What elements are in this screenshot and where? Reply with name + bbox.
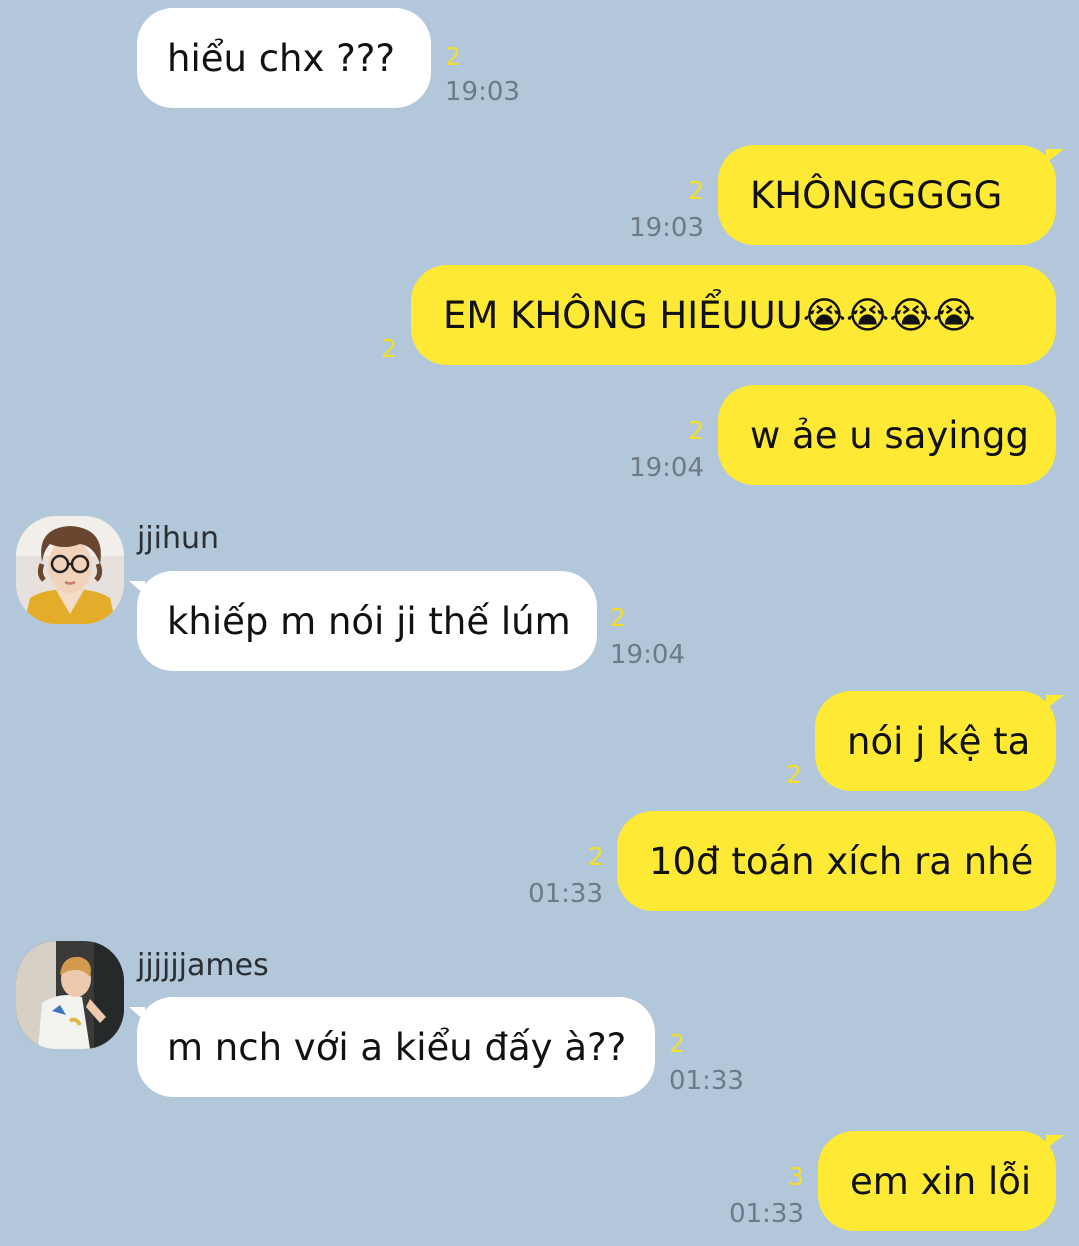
message-bubble-outgoing[interactable]: w ảe u sayingg <box>718 385 1056 485</box>
message-bubble-outgoing[interactable]: nói j kệ ta <box>815 691 1064 791</box>
unread-count: 2 <box>786 760 802 789</box>
unread-count: 2 <box>588 842 604 871</box>
message-time: 19:03 <box>445 77 520 107</box>
message-bubble-outgoing[interactable]: EM KHÔNG HIỂUUU😭😭😭😭 <box>411 265 1056 365</box>
sender-name: jjjjjjames <box>137 948 269 983</box>
unread-count: 2 <box>381 334 397 363</box>
avatar-photo <box>16 941 124 1049</box>
unread-count: 2 <box>669 1029 685 1058</box>
message-time: 19:03 <box>629 213 704 243</box>
message-bubble-outgoing[interactable]: KHÔNGGGGG <box>718 145 1064 245</box>
message-bubble-incoming[interactable]: m nch với a kiểu đấy à?? <box>129 997 655 1097</box>
message-time: 19:04 <box>629 453 704 483</box>
message-bubble-incoming[interactable]: hiểu chx ??? <box>137 8 431 108</box>
unread-count: 2 <box>688 416 704 445</box>
message-text: KHÔNGGGGG <box>750 173 1003 217</box>
avatar-jjihun[interactable] <box>16 516 124 624</box>
message-text: 10đ toán xích ra nhé <box>649 839 1034 883</box>
message-bubble-outgoing[interactable]: em xin lỗi <box>818 1131 1064 1231</box>
message-text: w ảe u sayingg <box>750 413 1029 457</box>
avatar-jjjjjjames[interactable] <box>16 941 124 1049</box>
message-text: m nch với a kiểu đấy à?? <box>167 1025 627 1069</box>
sender-name: jjihun <box>137 521 220 556</box>
avatar-photo <box>16 516 124 624</box>
message-time: 01:33 <box>669 1066 744 1096</box>
unread-count: 2 <box>688 176 704 205</box>
unread-count: 3 <box>788 1162 804 1191</box>
message-text: khiếp m nói ji thế lúm <box>167 599 571 643</box>
message-bubble-incoming[interactable]: khiếp m nói ji thế lúm <box>129 571 597 671</box>
message-time: 01:33 <box>729 1199 804 1229</box>
message-text: em xin lỗi <box>850 1159 1032 1203</box>
message-text: EM KHÔNG HIỂUUU😭😭😭😭 <box>443 293 976 337</box>
message-time: 19:04 <box>610 640 685 670</box>
message-time: 01:33 <box>528 879 603 909</box>
message-bubble-outgoing[interactable]: 10đ toán xích ra nhé <box>617 811 1056 911</box>
unread-count: 2 <box>445 42 461 71</box>
message-text: nói j kệ ta <box>847 719 1031 763</box>
message-text: hiểu chx ??? <box>167 36 396 80</box>
unread-count: 2 <box>610 603 626 632</box>
